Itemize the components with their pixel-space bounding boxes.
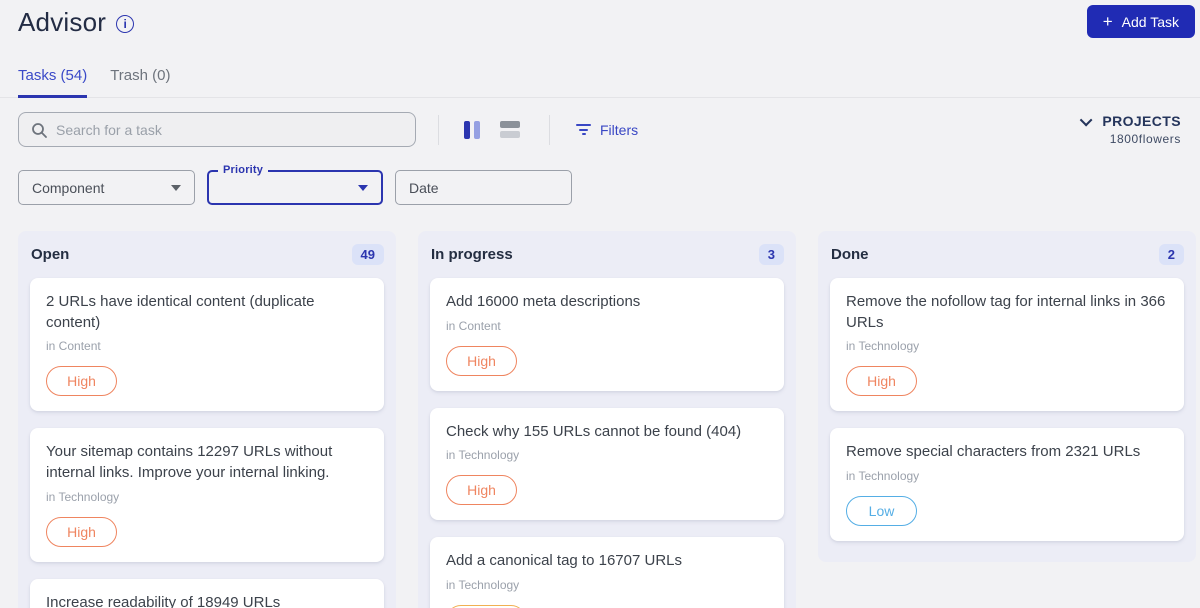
task-title: Add a canonical tag to 16707 URLs: [446, 552, 682, 570]
priority-badge: High: [446, 475, 517, 506]
priority-badge: High: [846, 366, 917, 397]
component-select[interactable]: Component: [18, 170, 195, 205]
tabs: Tasks (54) Trash (0): [0, 67, 1200, 98]
search-box: [18, 112, 416, 147]
task-card[interactable]: Your sitemap contains 12297 URLs without…: [30, 428, 384, 562]
task-title: Remove the nofollow tag for internal lin…: [846, 293, 1166, 331]
project-name: 1800flowers: [1109, 132, 1181, 146]
list-view-icon[interactable]: [498, 119, 522, 140]
column-in-progress: In progress 3 Add 16000 meta descriptions i…: [418, 231, 796, 608]
task-title: Remove special characters from 2321 URLs: [846, 443, 1141, 461]
priority-badge: High: [46, 516, 117, 547]
priority-badge: High: [446, 345, 517, 376]
column-count-badge: 3: [758, 244, 784, 265]
info-icon[interactable]: i: [116, 14, 135, 33]
date-select-label: Date: [409, 179, 439, 196]
task-category: in Content: [46, 339, 101, 354]
column-header: Open 49: [18, 231, 396, 278]
search-icon: [32, 122, 47, 138]
filter-icon: [576, 124, 591, 135]
task-category: in Technology: [446, 448, 520, 463]
column-open: Open 49 2 URLs have identical content (dup…: [18, 231, 396, 608]
column-count-badge: 2: [1158, 244, 1184, 265]
date-select[interactable]: Date: [395, 170, 572, 205]
column-title: In progress: [431, 246, 513, 263]
task-category: in Technology: [846, 469, 920, 484]
board: Open 49 2 URLs have identical content (dup…: [0, 231, 1200, 608]
column-title: Done: [831, 246, 869, 263]
column-title: Open: [31, 246, 70, 263]
add-task-button[interactable]: + Add Task: [1086, 5, 1195, 38]
toolbar: Filters PROJECTS 1800flowers: [0, 112, 1200, 147]
task-category: in Technology: [46, 489, 120, 504]
priority-select[interactable]: Priority: [207, 164, 383, 205]
page-title: Advisor: [18, 7, 107, 37]
topbar: Advisor i + Add Task: [0, 0, 1200, 38]
task-title: Your sitemap contains 12297 URLs without…: [46, 443, 333, 482]
divider: [438, 114, 439, 145]
plus-icon: +: [1102, 12, 1113, 31]
dropdown-arrow-icon: [358, 184, 368, 191]
task-card[interactable]: Remove special characters from 2321 URLs…: [830, 428, 1184, 542]
priority-select-label: Priority: [218, 164, 269, 176]
divider: [549, 114, 550, 145]
priority-badge: Low: [846, 496, 917, 527]
view-toggles: [462, 119, 522, 141]
chevron-down-icon: [1080, 113, 1093, 126]
filters-label: Filters: [600, 121, 639, 138]
filters-button[interactable]: Filters: [576, 122, 638, 138]
task-card[interactable]: Add 16000 meta descriptions in Content Hig…: [430, 278, 784, 391]
task-title: 2 URLs have identical content (duplicate…: [46, 293, 315, 331]
projects-label: PROJECTS: [1102, 113, 1181, 129]
task-category: in Technology: [446, 578, 520, 593]
projects-dropdown[interactable]: PROJECTS 1800flowers: [1080, 113, 1181, 146]
kanban-view-icon[interactable]: [462, 119, 482, 141]
task-card[interactable]: Remove the nofollow tag for internal lin…: [830, 278, 1184, 412]
search-input[interactable]: [56, 121, 403, 138]
task-category: in Content: [446, 318, 501, 333]
tab-tasks[interactable]: Tasks (54): [18, 67, 88, 98]
priority-badge: High: [46, 366, 117, 397]
filter-row: Component Priority Date: [0, 164, 1200, 205]
column-done: Done 2 Remove the nofollow tag for interna…: [818, 231, 1196, 563]
component-select-label: Component: [32, 179, 105, 196]
column-header: In progress 3: [418, 231, 796, 278]
task-card[interactable]: Increase readability of 18949 URLsin Con…: [30, 578, 384, 608]
task-card[interactable]: Add a canonical tag to 16707 URLs in Tech…: [430, 537, 784, 608]
task-title: Add 16000 meta descriptions: [446, 293, 641, 310]
add-task-label: Add Task: [1121, 13, 1179, 30]
tab-trash[interactable]: Trash (0): [110, 67, 170, 97]
task-title: Check why 155 URLs cannot be found (404): [446, 422, 742, 440]
dropdown-arrow-icon: [171, 184, 181, 191]
task-title: Increase readability of 18949 URLs: [46, 593, 281, 608]
task-category: in Technology: [846, 339, 920, 354]
task-card[interactable]: 2 URLs have identical content (duplicate…: [30, 278, 384, 412]
task-card[interactable]: Check why 155 URLs cannot be found (404)…: [430, 407, 784, 521]
column-header: Done 2: [818, 231, 1196, 278]
column-count-badge: 49: [351, 244, 384, 265]
